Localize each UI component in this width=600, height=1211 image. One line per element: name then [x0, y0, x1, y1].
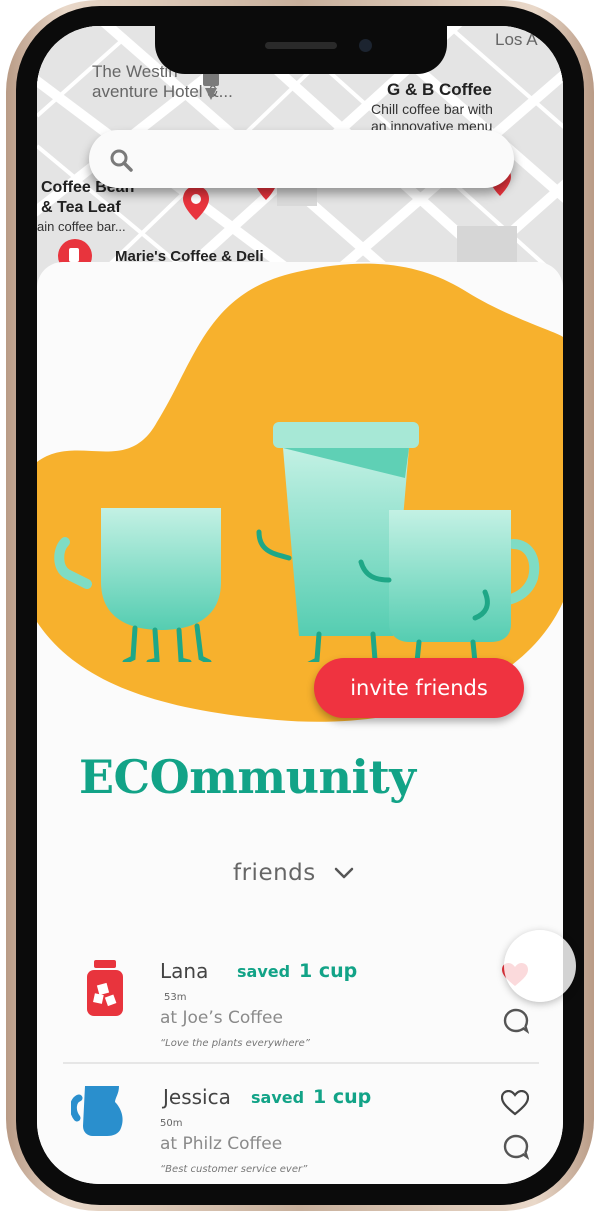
- app-screen: Los A The Westin aventure Hotel &... G &…: [37, 26, 563, 1184]
- comment-icon[interactable]: [503, 1008, 529, 1034]
- chevron-down-icon: [334, 867, 354, 879]
- map-label-gb-coffee: G & B Coffee: [387, 80, 492, 99]
- hotel-pin-icon[interactable]: [201, 72, 221, 102]
- map-label-bean-sub: ain coffee bar...: [37, 219, 126, 234]
- search-input[interactable]: [149, 144, 493, 176]
- place-name: at Philz Coffee: [160, 1134, 283, 1154]
- touch-indicator: [504, 930, 576, 1002]
- map-label-gb-sub1: Chill coffee bar with: [371, 101, 493, 117]
- jar-icon: [87, 960, 123, 1016]
- divider: [63, 1062, 539, 1064]
- time-ago: 53m: [164, 992, 187, 1003]
- friend-name: Jessica: [163, 1085, 231, 1109]
- map-label-la: Los A: [495, 30, 538, 49]
- feed-item[interactable]: Lana saved 1 cup 53m at Joe’s Coffee “Lo…: [63, 950, 539, 1070]
- friends-filter-dropdown[interactable]: friends: [233, 860, 354, 886]
- search-bar[interactable]: [89, 130, 514, 188]
- invite-friends-button[interactable]: invite friends: [314, 658, 524, 718]
- saved-label: saved: [237, 962, 291, 981]
- pitcher-icon: [71, 1086, 123, 1136]
- place-name: at Joe’s Coffee: [160, 1008, 283, 1028]
- app-logo: ECOmmunity: [79, 750, 416, 804]
- map-label-bean-line2: & Tea Leaf: [41, 199, 121, 216]
- filter-label: friends: [233, 860, 316, 886]
- front-camera: [359, 39, 372, 52]
- cup-characters-illustration: [54, 422, 540, 662]
- search-icon: [110, 149, 133, 172]
- map-pin-icon[interactable]: [183, 186, 209, 222]
- friend-quote: “Love the plants everywhere”: [160, 1038, 310, 1049]
- feed-item[interactable]: Jessica saved 1 cup 50m at Philz Coffee …: [63, 1076, 539, 1184]
- friend-quote: “Best customer service ever”: [160, 1164, 308, 1175]
- saved-count: 1 cup: [299, 960, 358, 982]
- heart-icon[interactable]: [501, 1090, 529, 1116]
- saved-count: 1 cup: [313, 1086, 372, 1108]
- comment-icon[interactable]: [503, 1134, 529, 1160]
- speaker: [265, 42, 337, 49]
- time-ago: 50m: [160, 1118, 183, 1129]
- friend-name: Lana: [160, 959, 209, 983]
- phone-notch: [155, 26, 447, 74]
- saved-label: saved: [251, 1088, 305, 1107]
- community-card: invite friends ECOmmunity friends Lana s…: [37, 262, 563, 1184]
